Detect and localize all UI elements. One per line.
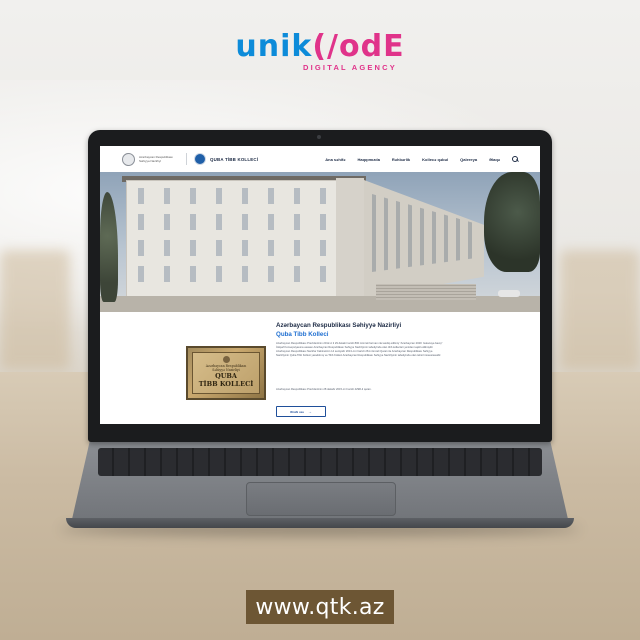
laptop-trackpad (246, 482, 396, 516)
logo-subtitle: DIGITAL AGENCY (303, 63, 397, 72)
main-nav: Ana səhifə Haqqımızda Rəhbərlik Kollecə … (325, 156, 518, 162)
brand-college-name: QUBA TİBB KOLLECİ (210, 156, 259, 162)
nav-item-contact[interactable]: Əlaqə (489, 157, 500, 162)
logo-text-part2: (/odE (312, 29, 405, 64)
college-logo-icon (194, 153, 206, 165)
nav-item-home[interactable]: Ana səhifə (325, 157, 345, 162)
search-icon[interactable] (512, 156, 518, 162)
hero-building-windows (138, 188, 328, 292)
ministry-emblem-icon (122, 152, 135, 166)
read-more-button[interactable]: Ətraflı oxu → (276, 406, 326, 417)
site-brand[interactable]: Azərbaycan Respublikası Səhiyyə Nazirliy… (122, 152, 259, 166)
read-more-label: Ətraflı oxu (290, 409, 304, 414)
laptop-screen: Azərbaycan Respublikası Səhiyyə Nazirliy… (100, 146, 540, 424)
background-chair-left (0, 250, 70, 370)
hero-tree-right (484, 172, 540, 272)
laptop-keyboard (98, 448, 542, 476)
hero-building-photo (100, 172, 540, 312)
laptop-lid: Azərbaycan Respublikası Səhiyyə Nazirliy… (88, 130, 552, 442)
about-paragraph-2: Azərbaycan Respublikası Prezidentinin 28… (276, 388, 372, 391)
nav-item-about[interactable]: Haqqımızda (357, 157, 379, 162)
brand-ministry-text: Azərbaycan Respublikası Səhiyyə Nazirliy… (139, 155, 173, 163)
plaque-line4: TİBB KOLLECİ (198, 380, 254, 388)
hero-car (498, 290, 520, 297)
section-college-title: Quba Tibb Kolleci (276, 331, 329, 338)
agency-logo: unik(/odE DIGITAL AGENCY (0, 29, 640, 73)
hero-building-corner (336, 178, 364, 298)
brand-divider (186, 153, 187, 165)
plaque-emblem-icon (222, 356, 230, 363)
nav-item-leadership[interactable]: Rəhbərlik (392, 157, 410, 162)
background-chair-right (560, 250, 640, 370)
logo-text-part1: unik (235, 29, 313, 64)
url-banner-text: www.qtk.az (255, 594, 385, 620)
url-banner: www.qtk.az (246, 590, 394, 624)
plaque-line3: QUBA (215, 372, 237, 380)
about-paragraph-1: Azərbaycan Respublikası Prezidentinin 20… (276, 342, 443, 357)
college-plaque-image: Azərbaycan Respublikası Səhiyyə Nazirliy… (186, 346, 266, 400)
laptop-base-edge (66, 518, 574, 528)
hero-stairs (376, 284, 476, 300)
nav-item-admission[interactable]: Kollecə qəbul (422, 157, 448, 162)
nav-item-gallery[interactable]: Qalereya (460, 157, 477, 162)
arrow-right-icon: → (307, 408, 312, 414)
about-section: Azərbaycan Respublikası Səhiyyə Nazirliy… (100, 312, 540, 424)
section-ministry-title: Azərbaycan Respublikası Səhiyyə Nazirliy… (276, 322, 402, 329)
hero-tree-left (100, 192, 118, 302)
camera-icon (317, 135, 321, 139)
site-header: Azərbaycan Respublikası Səhiyyə Nazirliy… (100, 146, 540, 173)
